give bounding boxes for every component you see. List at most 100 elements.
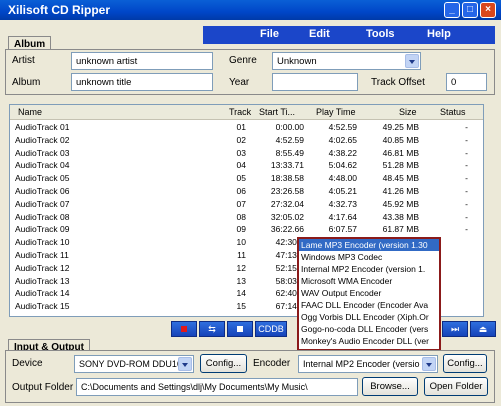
menu-file[interactable]: File (260, 28, 279, 40)
device-config-button[interactable]: Config... (200, 354, 247, 373)
title-bar: Xilisoft CD Ripper _ □ × (0, 0, 501, 20)
year-label: Year (229, 77, 250, 88)
col-track[interactable]: Track (229, 107, 251, 117)
table-row[interactable]: AudioTrack 09 09 36:22.66 6:07.57 61.87 MB - (10, 224, 483, 236)
cell-play-time: 4:52.59 (328, 122, 357, 132)
cddb-button[interactable]: CDDB (255, 321, 287, 337)
cell-start-time: 32:05.02 (270, 211, 304, 222)
browse-button[interactable]: Browse... (362, 377, 418, 396)
encoder-option[interactable]: Monkey's Audio Encoder DLL (ver (299, 335, 439, 347)
cell-size: 46.81 MB (382, 147, 419, 158)
encoder-option[interactable]: WAV Output Encoder (299, 287, 439, 299)
cell-size: 40.85 MB (382, 134, 419, 145)
chevron-down-icon[interactable] (405, 54, 419, 68)
minimize-icon[interactable]: _ (444, 2, 460, 18)
table-row[interactable]: AudioTrack 03 03 8:55.49 4:38.22 46.81 MB - (10, 147, 483, 160)
encoder-option[interactable]: Lame MP3 Encoder (version 1.30 (299, 239, 439, 251)
cell-start-time: 8:55.49 (275, 147, 304, 158)
cell-status: - (465, 186, 468, 196)
cell-status: - (465, 160, 468, 171)
cell-name: AudioTrack 01 (15, 122, 70, 132)
cell-track: 01 (236, 122, 246, 132)
col-name[interactable]: Name (18, 107, 42, 117)
cell-start-time: 4:52.59 (275, 134, 304, 145)
table-row[interactable]: AudioTrack 01 01 0:00.00 4:52.59 49.25 MB - (10, 122, 483, 134)
cell-start-time: 23:26.58 (270, 186, 304, 196)
col-start-time[interactable]: Start Ti... (259, 107, 295, 117)
cell-track: 06 (236, 186, 246, 196)
stop-button[interactable] (227, 321, 253, 337)
encoder-dropdown-list[interactable]: Lame MP3 Encoder (version 1.30 Windows MP… (297, 237, 441, 351)
col-play-time[interactable]: Play Time (316, 107, 356, 117)
table-row[interactable]: AudioTrack 04 04 13:33.71 5:04.62 51.28 MB - (10, 160, 483, 172)
cell-status: - (465, 134, 468, 145)
cell-size: 43.38 MB (382, 211, 419, 222)
cell-status: - (465, 224, 468, 235)
encoder-option[interactable]: Gogo-no-coda DLL Encoder (vers (299, 323, 439, 335)
genre-select[interactable]: Unknown (272, 52, 421, 70)
artist-field[interactable]: unknown artist (71, 52, 213, 70)
record-button[interactable] (171, 321, 197, 337)
cell-size: 61.87 MB (382, 224, 419, 235)
cell-play-time: 6:07.57 (328, 224, 357, 235)
encoder-option[interactable]: Microsoft WMA Encoder (299, 275, 439, 287)
tab-album[interactable]: Album (8, 36, 52, 50)
cell-start-time: 36:22.66 (270, 224, 304, 235)
col-size[interactable]: Size (399, 107, 417, 117)
cell-name: AudioTrack 14 (15, 288, 70, 299)
menu-edit[interactable]: Edit (309, 28, 330, 40)
cell-track: 07 (236, 198, 246, 209)
year-field[interactable] (272, 73, 358, 91)
cell-status: - (465, 173, 468, 184)
table-row[interactable]: AudioTrack 07 07 27:32.04 4:32.73 45.92 MB - (10, 198, 483, 211)
chevron-down-icon[interactable] (178, 357, 192, 371)
cell-name: AudioTrack 13 (15, 275, 70, 286)
device-value: SONY DVD-ROM DDU161 (79, 359, 187, 369)
output-folder-field[interactable]: C:\Documents and Settings\dlj\My Documen… (76, 378, 358, 396)
encoder-config-button[interactable]: Config... (443, 354, 487, 373)
encoder-select[interactable]: Internal MP2 Encoder (versio (298, 355, 438, 373)
cell-start-time: 27:32.04 (270, 198, 304, 209)
encoder-value: Internal MP2 Encoder (versio (303, 359, 420, 369)
close-icon[interactable]: × (480, 2, 496, 18)
cell-status: - (465, 198, 468, 209)
cell-play-time: 5:04.62 (328, 160, 357, 171)
encoder-option[interactable]: Windows MP3 Codec (299, 251, 439, 263)
cell-name: AudioTrack 02 (15, 134, 70, 145)
artist-label: Artist (12, 55, 35, 66)
cell-status: - (465, 147, 468, 158)
encoder-option[interactable]: Internal MP2 Encoder (version 1. (299, 263, 439, 275)
cell-track: 04 (236, 160, 246, 171)
cell-track: 08 (236, 211, 246, 222)
menu-help[interactable]: Help (427, 28, 451, 40)
encoder-option[interactable]: Ogg Vorbis DLL Encoder (Xiph.Or (299, 311, 439, 323)
cell-track: 12 (236, 262, 246, 273)
col-status[interactable]: Status (440, 107, 466, 117)
table-row[interactable]: AudioTrack 05 05 18:38.58 4:48.00 48.45 MB - (10, 173, 483, 185)
cell-track: 14 (236, 288, 246, 299)
table-row[interactable]: AudioTrack 06 06 23:26.58 4:05.21 41.26 MB - (10, 186, 483, 198)
next-icon[interactable]: ⏭ (442, 321, 468, 337)
device-select[interactable]: SONY DVD-ROM DDU161 (74, 355, 194, 373)
chevron-down-icon[interactable] (422, 357, 436, 371)
menu-tools[interactable]: Tools (366, 28, 395, 40)
cell-size: 41.26 MB (382, 186, 419, 196)
cell-track: 03 (236, 147, 246, 158)
table-row[interactable]: AudioTrack 08 08 32:05.02 4:17.64 43.38 MB - (10, 211, 483, 224)
menu-bar: File Edit Tools Help (203, 26, 495, 44)
open-folder-button[interactable]: Open Folder (424, 377, 488, 396)
swap-button[interactable]: ⇆ (199, 321, 225, 337)
cell-play-time: 4:02.65 (328, 134, 357, 145)
album-field[interactable]: unknown title (71, 73, 213, 91)
genre-label: Genre (229, 55, 257, 66)
eject-icon[interactable]: ⏏ (470, 321, 496, 337)
cell-size: 49.25 MB (382, 122, 419, 132)
cell-name: AudioTrack 04 (15, 160, 70, 171)
cell-play-time: 4:32.73 (328, 198, 357, 209)
cell-name: AudioTrack 08 (15, 211, 70, 222)
maximize-icon[interactable]: □ (462, 2, 478, 18)
table-row[interactable]: AudioTrack 02 02 4:52.59 4:02.65 40.85 MB - (10, 134, 483, 147)
track-offset-field[interactable]: 0 (446, 73, 487, 91)
cell-size: 45.92 MB (382, 198, 419, 209)
encoder-option[interactable]: FAAC DLL Encoder (Encoder Ava (299, 299, 439, 311)
